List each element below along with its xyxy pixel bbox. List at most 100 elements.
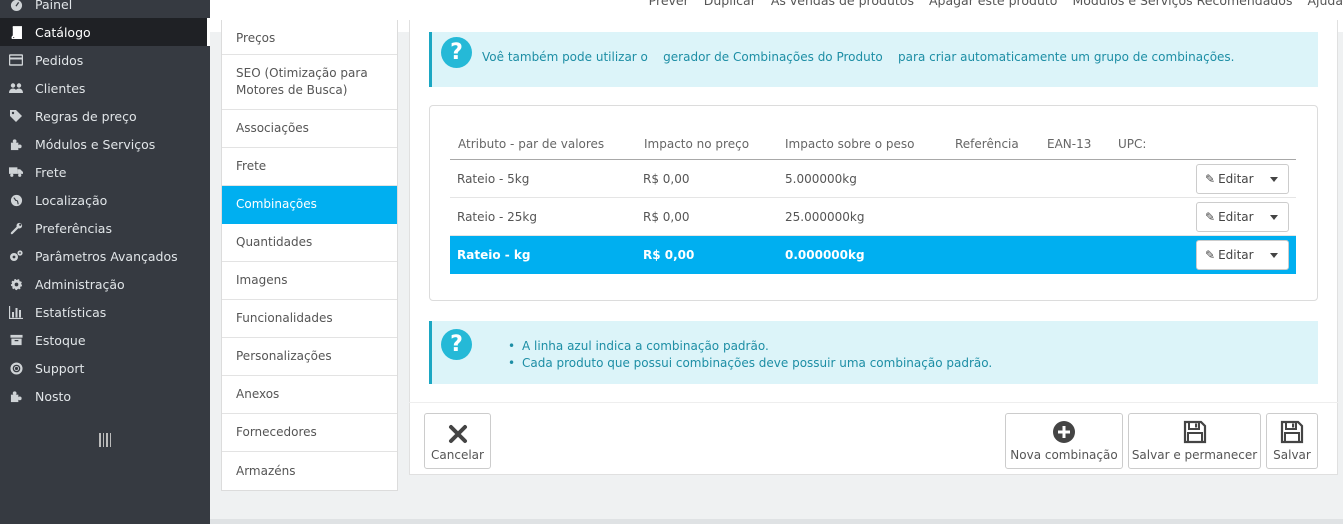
- users-icon: [9, 81, 23, 95]
- sidebar-item-label: Pedidos: [35, 52, 84, 68]
- tags-icon: [9, 109, 23, 123]
- sidebar-item-modulos[interactable]: Módulos e Serviços: [0, 130, 210, 158]
- close-icon: [448, 425, 467, 443]
- info-alert-list: • A linha azul indica a combinação padrão…: [508, 338, 992, 372]
- edit-label: Editar: [1218, 210, 1254, 224]
- cell-weight-impact: 25.000000kg: [785, 210, 865, 224]
- sidebar-item-regras-de-preco[interactable]: Regras de preço: [0, 102, 210, 130]
- sidebar-item-painel[interactable]: Painel: [0, 0, 210, 18]
- cell-weight-impact: 0.000000kg: [785, 248, 865, 262]
- recommended-modules-link[interactable]: Módulos e Serviços Recomendados: [1072, 0, 1292, 8]
- info-text-after: para criar automaticamente um grupo de c…: [898, 50, 1235, 64]
- tab-precos[interactable]: Preços: [222, 20, 397, 55]
- tab-label: Funcionalidades: [236, 311, 333, 325]
- sidebar-item-label: Preferências: [35, 220, 112, 236]
- save-button[interactable]: Salvar: [1266, 413, 1318, 469]
- sidebar-item-label: Nosto: [35, 388, 72, 404]
- collapse-sidebar-button[interactable]: [99, 433, 111, 447]
- save-and-stay-button[interactable]: Salvar e permanecer: [1128, 413, 1261, 469]
- sidebar: Painel Catálogo Pedidos Clientes Regras …: [0, 0, 210, 524]
- cancel-button[interactable]: Cancelar: [424, 413, 491, 469]
- tab-associacoes[interactable]: Associações: [222, 110, 397, 148]
- archive-icon: [9, 333, 23, 347]
- sidebar-item-preferencias[interactable]: Preferências: [0, 214, 210, 242]
- sidebar-item-frete[interactable]: Frete: [0, 158, 210, 186]
- sidebar-item-clientes[interactable]: Clientes: [0, 74, 210, 102]
- info-list-text: Cada produto que possui combinações deve…: [522, 356, 993, 370]
- new-combination-label: Nova combinação: [1010, 448, 1118, 462]
- dashboard-icon: [9, 0, 23, 11]
- sidebar-item-label: Catálogo: [35, 24, 91, 40]
- save-and-stay-label: Salvar e permanecer: [1131, 448, 1258, 462]
- question-icon: ?: [441, 37, 472, 68]
- table-row[interactable]: Rateio - 5kg R$ 0,00 5.000000kg ✎ Editar: [450, 160, 1296, 198]
- tab-fornecedores[interactable]: Fornecedores: [222, 414, 397, 452]
- cell-price-impact: R$ 0,00: [643, 210, 690, 224]
- edit-combination-button[interactable]: ✎ Editar: [1196, 202, 1289, 232]
- tab-label: SEO (Otimização para Motores de Busca): [236, 66, 368, 97]
- sidebar-item-estatisticas[interactable]: Estatísticas: [0, 298, 210, 326]
- bar-chart-icon: [9, 305, 23, 319]
- duplicate-link[interactable]: Duplicar: [704, 0, 756, 8]
- sidebar-item-support[interactable]: Support: [0, 354, 210, 382]
- sidebar-item-administracao[interactable]: Administração: [0, 270, 210, 298]
- tab-label: Combinações: [236, 197, 317, 211]
- table-row[interactable]: Rateio - 25kg R$ 0,00 25.000000kg ✎ Edit…: [450, 198, 1296, 236]
- chevron-down-icon[interactable]: [1270, 215, 1278, 220]
- delete-product-link[interactable]: Apagar este produto: [929, 0, 1057, 8]
- col-header-weight-impact: Impacto sobre o peso: [785, 137, 915, 151]
- tab-label: Personalizações: [236, 349, 332, 363]
- cancel-label: Cancelar: [431, 448, 484, 462]
- panel-footer-divider: [409, 402, 1338, 403]
- tab-imagens[interactable]: Imagens: [222, 262, 397, 300]
- sidebar-item-parametros-avancados[interactable]: Parâmetros Avançados: [0, 242, 210, 270]
- combination-generator-link[interactable]: gerador de Combinações do Produto: [663, 50, 883, 64]
- edit-combination-button[interactable]: ✎ Editar: [1196, 164, 1289, 194]
- sidebar-item-label: Parâmetros Avançados: [35, 248, 178, 264]
- tab-label: Anexos: [236, 387, 280, 401]
- col-header-price-impact: Impacto no preço: [644, 137, 750, 151]
- sidebar-item-pedidos[interactable]: Pedidos: [0, 46, 210, 74]
- chevron-down-icon[interactable]: [1270, 253, 1278, 258]
- tab-label: Associações: [236, 121, 309, 135]
- sidebar-item-nosto[interactable]: Nosto: [0, 382, 210, 410]
- tab-armazens[interactable]: Armazéns: [222, 452, 397, 490]
- sidebar-item-label: Administração: [35, 276, 125, 292]
- lifebuoy-icon: [9, 361, 23, 375]
- question-icon: ?: [441, 329, 472, 360]
- edit-combination-button[interactable]: ✎ Editar: [1196, 240, 1289, 270]
- sidebar-item-label: Regras de preço: [35, 108, 137, 124]
- tab-seo[interactable]: SEO (Otimização para Motores de Busca): [222, 55, 397, 110]
- sidebar-item-label: Módulos e Serviços: [35, 136, 156, 152]
- chevron-down-icon[interactable]: [1270, 177, 1278, 182]
- page-bottom-strip: [210, 519, 1343, 524]
- sidebar-item-label: Frete: [35, 164, 67, 180]
- sidebar-item-localizacao[interactable]: Localização: [0, 186, 210, 214]
- tab-label: Preços: [236, 31, 276, 45]
- product-sales-link[interactable]: As vendas de produtos: [771, 0, 914, 8]
- tab-funcionalidades[interactable]: Funcionalidades: [222, 300, 397, 338]
- col-header-upc: UPC:: [1118, 137, 1147, 151]
- preview-link[interactable]: Prever: [649, 0, 689, 8]
- save-label: Salvar: [1273, 448, 1311, 462]
- table-row-default[interactable]: Rateio - kg R$ 0,00 0.000000kg ✎ Editar: [450, 236, 1296, 274]
- new-combination-button[interactable]: Nova combinação: [1005, 413, 1123, 469]
- info-list-item: • A linha azul indica a combinação padrão…: [508, 339, 769, 353]
- tab-label: Armazéns: [236, 463, 296, 478]
- toolbar-links: Prever Duplicar As vendas de produtos Ap…: [649, 0, 1343, 8]
- product-tabs: Preços SEO (Otimização para Motores de B…: [221, 20, 398, 491]
- tab-quantidades[interactable]: Quantidades: [222, 224, 397, 262]
- sidebar-item-estoque[interactable]: Estoque: [0, 326, 210, 354]
- cell-attribute: Rateio - 5kg: [457, 172, 530, 186]
- globe-icon: [9, 193, 23, 207]
- cell-weight-impact: 5.000000kg: [785, 172, 857, 186]
- help-link[interactable]: Ajuda: [1307, 0, 1343, 8]
- tab-anexos[interactable]: Anexos: [222, 376, 397, 414]
- floppy-disk-icon: [1280, 420, 1304, 444]
- cell-attribute: Rateio - 25kg: [457, 210, 537, 224]
- sidebar-item-catalogo[interactable]: Catálogo: [0, 18, 210, 46]
- tab-frete[interactable]: Frete: [222, 148, 397, 186]
- tab-combinacoes[interactable]: Combinações: [222, 186, 397, 224]
- tab-personalizacoes[interactable]: Personalizações: [222, 338, 397, 376]
- info-list-item: • Cada produto que possui combinações dev…: [508, 356, 993, 370]
